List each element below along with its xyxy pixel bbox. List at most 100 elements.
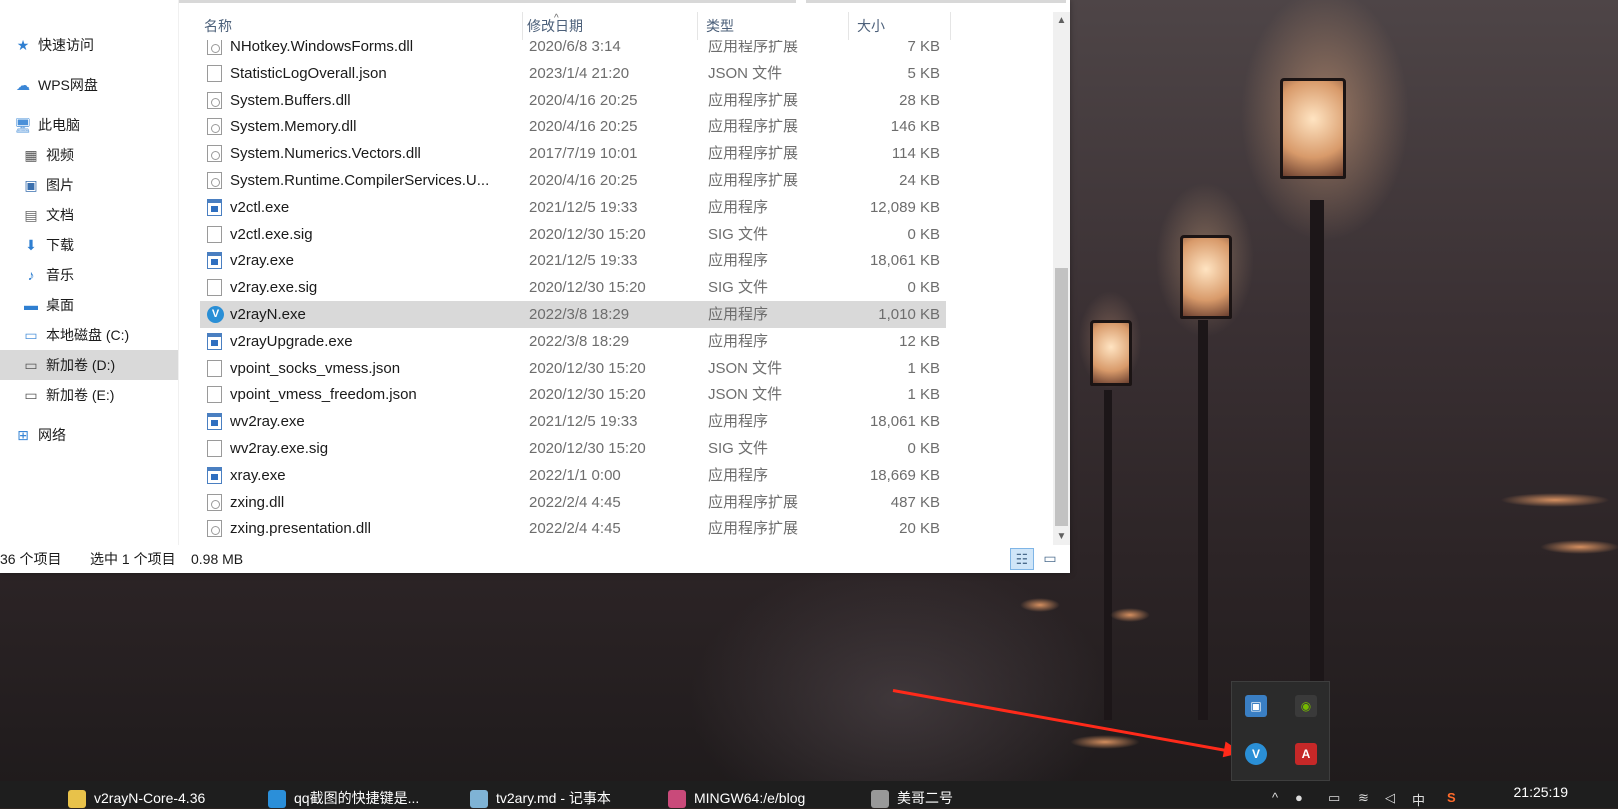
file-row[interactable]: v2ctl.exe.sig 2020/12/30 15:20 SIG 文件 0 KB bbox=[200, 221, 946, 248]
file-date: 2020/12/30 15:20 bbox=[529, 279, 646, 297]
taskbar-app-label: MINGW64:/e/blog bbox=[694, 790, 806, 806]
column-date[interactable]: 修改日期 bbox=[523, 12, 698, 40]
nvidia-icon[interactable]: ◉ bbox=[1295, 695, 1317, 717]
show-hidden-icons-chevron-icon[interactable]: ^ bbox=[1272, 790, 1278, 805]
qq-icon[interactable]: ● bbox=[1295, 790, 1303, 805]
file-row[interactable]: System.Runtime.CompilerServices.U... 2020… bbox=[200, 167, 946, 194]
nav-pictures[interactable]: ▣ 图片 bbox=[0, 170, 178, 200]
computer-icon: 🖥 bbox=[14, 116, 32, 133]
nav-quick-access[interactable]: ★ 快速访问 bbox=[0, 30, 178, 60]
file-row[interactable]: v2ray.exe.sig 2020/12/30 15:20 SIG 文件 0 KB bbox=[200, 274, 946, 301]
file-row[interactable]: vpoint_socks_vmess.json 2020/12/30 15:20 J… bbox=[200, 355, 946, 382]
star-icon: ★ bbox=[16, 36, 30, 53]
file-size: 18,061 KB bbox=[869, 413, 940, 431]
scroll-thumb[interactable] bbox=[1055, 268, 1068, 526]
nav-network[interactable]: ⊞ 网络 bbox=[0, 420, 178, 450]
exe-file-icon bbox=[207, 252, 222, 270]
wifi-icon[interactable]: ≋ bbox=[1358, 790, 1369, 806]
taskbar-app-label: v2rayN-Core-4.36 bbox=[94, 790, 206, 806]
file-size: 0 KB bbox=[907, 440, 940, 457]
dll-file-icon bbox=[207, 493, 222, 511]
nav-label: 文档 bbox=[46, 207, 74, 223]
taskbar-app-button[interactable]: qq截图的快捷键是... bbox=[268, 781, 458, 808]
file-row[interactable]: System.Memory.dll 2020/4/16 20:25 应用程序扩展 14… bbox=[200, 113, 946, 140]
taskbar-app-button[interactable]: tv2ary.md - 记事本 bbox=[470, 781, 650, 808]
file-size: 146 KB bbox=[890, 118, 940, 136]
tiles-view-button[interactable]: ▭ bbox=[1038, 548, 1062, 570]
scroll-down-icon[interactable]: ▼ bbox=[1053, 528, 1070, 545]
file-type: 应用程序 bbox=[708, 332, 769, 350]
file-date: 2020/12/30 15:20 bbox=[529, 386, 646, 404]
file-row[interactable]: v2rayUpgrade.exe 2022/3/8 18:29 应用程序 12 KB bbox=[200, 328, 946, 355]
taskbar-app-button[interactable]: MINGW64:/e/blog bbox=[668, 781, 858, 808]
file-name: v2ctl.exe bbox=[230, 198, 290, 216]
battery-icon[interactable]: ▭ bbox=[1328, 790, 1340, 806]
file-row[interactable]: wv2ray.exe.sig 2020/12/30 15:20 SIG 文件 0 KB bbox=[200, 435, 946, 462]
file-name: zxing.dll bbox=[230, 493, 285, 511]
drive-icon: ▭ bbox=[24, 356, 38, 373]
nav-drive-e[interactable]: ▭ 新加卷 (E:) bbox=[0, 380, 178, 410]
picture-icon: ▣ bbox=[24, 176, 38, 193]
file-row[interactable]: zxing.dll 2022/2/4 4:45 应用程序扩展 487 KB bbox=[200, 489, 946, 516]
file-row[interactable]: wv2ray.exe 2021/12/5 19:33 应用程序 18,061 KB bbox=[200, 408, 946, 435]
file-date: 2022/2/4 4:45 bbox=[529, 520, 621, 538]
doc-file-icon bbox=[207, 64, 222, 82]
nav-documents[interactable]: ▤ 文档 bbox=[0, 200, 178, 230]
file-row[interactable]: v2ctl.exe 2021/12/5 19:33 应用程序 12,089 KB bbox=[200, 194, 946, 221]
scroll-up-icon[interactable]: ▲ bbox=[1053, 12, 1070, 29]
nav-downloads[interactable]: ⬇ 下载 bbox=[0, 230, 178, 260]
nav-videos[interactable]: ▦ 视频 bbox=[0, 140, 178, 170]
taskbar-app-label: 美哥二号 bbox=[897, 790, 953, 806]
nav-label: 图片 bbox=[46, 177, 74, 193]
file-row[interactable]: System.Buffers.dll 2020/4/16 20:25 应用程序扩展 2… bbox=[200, 87, 946, 114]
file-row[interactable]: Vv2rayN.exe 2022/3/8 18:29 应用程序 1,010 KB bbox=[200, 301, 946, 328]
file-date: 2020/4/16 20:25 bbox=[529, 118, 638, 136]
file-row[interactable]: NHotkey.WindowsForms.dll 2020/6/8 3:14 应用程… bbox=[200, 40, 946, 60]
file-type: 应用程序 bbox=[708, 198, 769, 216]
file-date: 2022/3/8 18:29 bbox=[529, 306, 630, 323]
taskbar-app-button[interactable]: 美哥二号 bbox=[871, 781, 981, 808]
nav-this-pc[interactable]: 🖥 此电脑 bbox=[0, 110, 178, 140]
sogou-icon[interactable]: S bbox=[1447, 790, 1456, 805]
clock[interactable]: 21:25:19 bbox=[1514, 784, 1569, 800]
app-tray-icon[interactable]: ▣ bbox=[1245, 695, 1267, 717]
taskbar-app-label: tv2ary.md - 记事本 bbox=[496, 790, 611, 806]
nav-label: 网络 bbox=[38, 427, 66, 443]
file-size: 20 KB bbox=[899, 520, 940, 538]
details-view-button[interactable]: ☷ bbox=[1010, 548, 1034, 570]
file-type: 应用程序 bbox=[708, 466, 769, 484]
nav-desktop[interactable]: ▬ 桌面 bbox=[0, 290, 178, 320]
document-icon: ▤ bbox=[24, 206, 38, 223]
file-size: 0 KB bbox=[907, 279, 940, 297]
taskbar-app-label: qq截图的快捷键是... bbox=[294, 790, 420, 806]
v2rayn-tray-icon[interactable]: V bbox=[1245, 743, 1267, 765]
nav-drive-d[interactable]: ▭ 新加卷 (D:) bbox=[0, 350, 178, 380]
file-type: JSON 文件 bbox=[708, 359, 783, 377]
file-date: 2020/12/30 15:20 bbox=[529, 440, 646, 457]
nav-drive-c[interactable]: ▭ 本地磁盘 (C:) bbox=[0, 320, 178, 350]
file-row[interactable]: xray.exe 2022/1/1 0:00 应用程序 18,669 KB bbox=[200, 462, 946, 489]
ime-indicator[interactable]: 中 bbox=[1412, 790, 1425, 809]
file-size: 1,010 KB bbox=[878, 306, 940, 323]
file-row[interactable]: System.Numerics.Vectors.dll 2017/7/19 10:… bbox=[200, 140, 946, 167]
details-view-icon: ☷ bbox=[1015, 551, 1029, 567]
exe-file-icon bbox=[207, 466, 222, 484]
file-row[interactable]: v2ray.exe 2021/12/5 19:33 应用程序 18,061 KB bbox=[200, 247, 946, 274]
vertical-scrollbar[interactable]: ▲ ▼ bbox=[1053, 12, 1070, 545]
column-type[interactable]: 类型 bbox=[702, 12, 849, 40]
nav-music[interactable]: ♪ 音乐 bbox=[0, 260, 178, 290]
volume-icon[interactable]: ◁ bbox=[1385, 790, 1395, 806]
nav-label: 本地磁盘 (C:) bbox=[46, 327, 130, 343]
exe-file-icon bbox=[207, 198, 222, 216]
selection-size: 0.98 MB bbox=[191, 551, 244, 567]
nav-wps-drive[interactable]: ☁ WPS网盘 bbox=[0, 70, 178, 100]
taskbar-app-button[interactable]: v2rayN-Core-4.36 bbox=[68, 781, 248, 808]
adobe-icon[interactable]: A bbox=[1295, 743, 1317, 765]
column-name[interactable]: 名称 bbox=[200, 12, 523, 40]
column-size[interactable]: 大小 bbox=[853, 12, 951, 40]
file-row[interactable]: zxing.presentation.dll 2022/2/4 4:45 应用程序扩… bbox=[200, 515, 946, 542]
file-row[interactable]: vpoint_vmess_freedom.json 2020/12/30 15:2… bbox=[200, 381, 946, 408]
nav-label: 下载 bbox=[46, 237, 74, 253]
file-type: 应用程序扩展 bbox=[708, 520, 799, 538]
file-row[interactable]: StatisticLogOverall.json 2023/1/4 21:20 JS… bbox=[200, 60, 946, 87]
